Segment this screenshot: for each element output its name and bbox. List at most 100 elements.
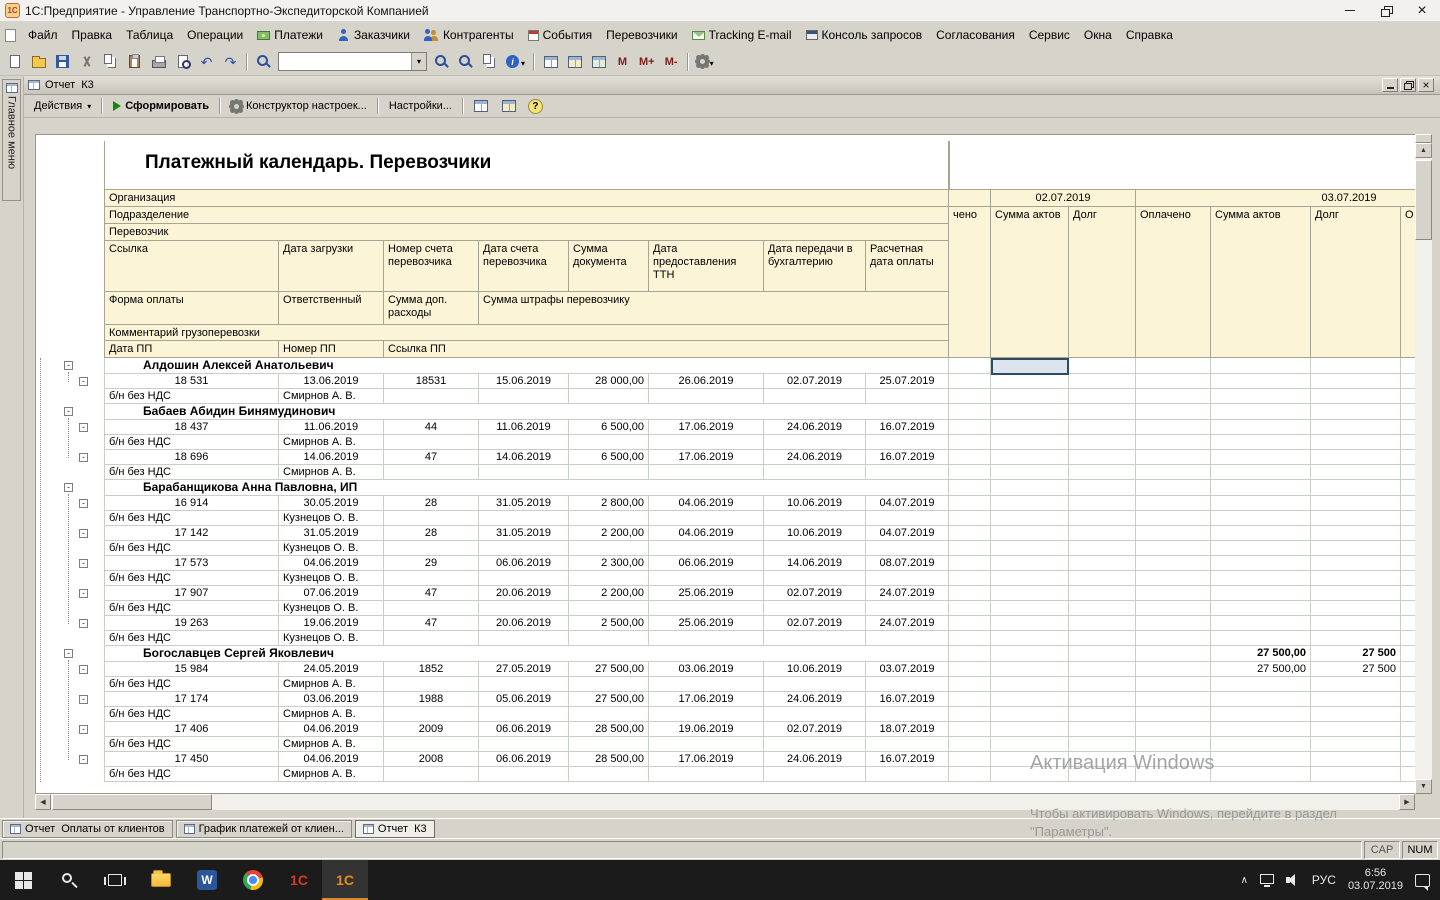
report-cell[interactable] [1211,374,1311,389]
report-cell[interactable]: 15.06.2019 [479,374,569,389]
header-cell[interactable]: Номер счета перевозчика [384,241,479,292]
report-cell[interactable]: 2 800,00 [569,496,649,511]
report-cell[interactable] [1401,404,1415,420]
menu-item-payments[interactable]: Платежи [250,24,330,46]
report-cell[interactable]: 10.06.2019 [764,662,866,677]
report-cell[interactable] [1069,480,1136,496]
report-cell[interactable] [764,541,866,556]
report-cell[interactable] [1069,358,1136,374]
report-cell[interactable] [1401,465,1415,480]
report-cell[interactable] [1069,662,1136,677]
report-cell[interactable] [1136,737,1211,752]
report-cell[interactable] [764,767,866,782]
group-row-name[interactable]: Барабанщикова Анна Павловна, ИП [104,480,949,496]
report-cell[interactable] [569,601,649,616]
report-cell[interactable]: 14.06.2019 [764,556,866,571]
header-cell[interactable]: Подразделение [104,207,949,224]
report-cell[interactable]: Смирнов А. В. [279,435,384,450]
report-cell[interactable] [1211,571,1311,586]
report-cell[interactable] [569,389,649,404]
report-cell[interactable] [866,601,949,616]
report-cell[interactable] [1311,420,1401,435]
report-cell[interactable]: 30.05.2019 [279,496,384,511]
paste-button[interactable] [123,51,146,73]
new-document-button[interactable] [3,51,26,73]
report-cell[interactable]: 19.06.2019 [649,722,764,737]
save-button[interactable] [51,51,74,73]
network-icon[interactable] [1260,874,1274,884]
report-cell[interactable] [1211,767,1311,782]
header-cell[interactable]: Долг [1311,207,1401,358]
report-cell[interactable] [1136,526,1211,541]
report-cell[interactable] [764,737,866,752]
report-cell[interactable] [479,601,569,616]
save-settings-button[interactable] [468,97,494,116]
search-combobox[interactable] [278,52,427,71]
group-row-name[interactable]: Бабаев Абидин Бинямудинович [104,404,949,420]
report-cell[interactable] [866,511,949,526]
report-cell[interactable] [1311,404,1401,420]
report-cell[interactable] [1311,541,1401,556]
report-cell[interactable] [991,496,1069,511]
header-cell[interactable]: Форма оплаты [104,292,279,325]
report-cell[interactable] [949,737,991,752]
report-cell[interactable] [991,435,1069,450]
report-cell[interactable]: 1852 [384,662,479,677]
report-cell[interactable] [1401,722,1415,737]
report-cell[interactable] [479,435,569,450]
report-cell[interactable] [384,389,479,404]
report-cell[interactable]: 24.07.2019 [866,586,949,601]
report-cell[interactable]: 04.06.2019 [279,722,384,737]
menu-item-windows[interactable]: Окна [1077,24,1119,46]
report-cell[interactable]: 20.06.2019 [479,616,569,631]
report-cell[interactable] [949,480,991,496]
report-cell[interactable] [1069,677,1136,692]
report-cell[interactable] [991,450,1069,465]
report-cell[interactable] [1311,616,1401,631]
report-cell[interactable] [1136,662,1211,677]
report-cell[interactable] [949,141,1415,190]
report-cell[interactable]: 02.07.2019 [764,586,866,601]
print-preview-button[interactable] [171,51,194,73]
report-cell[interactable] [1136,616,1211,631]
report-cell[interactable] [1211,511,1311,526]
report-cell[interactable] [1136,389,1211,404]
copy-button[interactable] [99,51,122,73]
report-cell[interactable]: 15 984 [104,662,279,677]
task-view-button[interactable] [92,860,138,900]
header-cell[interactable]: Дата загрузки [279,241,384,292]
report-cell[interactable] [1401,526,1415,541]
report-cell[interactable]: 17.06.2019 [649,692,764,707]
report-cell[interactable]: 19 263 [104,616,279,631]
report-cell[interactable]: 31.05.2019 [279,526,384,541]
report-cell[interactable] [1069,616,1136,631]
report-cell[interactable] [649,541,764,556]
collapse-row-button[interactable] [79,695,88,704]
header-cell[interactable]: Оплачено [1136,207,1211,358]
collapse-group-button[interactable] [64,361,73,370]
header-date-cell[interactable]: 03.07.2019 [1136,190,1415,207]
report-cell[interactable] [949,677,991,692]
report-cell[interactable] [1069,526,1136,541]
report-cell[interactable] [1069,601,1136,616]
report-cell[interactable]: 27 500,00 [1211,662,1311,677]
report-cell[interactable] [1069,465,1136,480]
report-cell[interactable] [949,511,991,526]
report-cell[interactable]: 16.07.2019 [866,692,949,707]
report-cell[interactable] [1401,511,1415,526]
report-cell[interactable] [384,737,479,752]
report-cell[interactable] [1211,496,1311,511]
report-cell[interactable] [479,541,569,556]
report-cell[interactable] [649,677,764,692]
child-restore-button[interactable] [1400,78,1416,92]
report-cell[interactable] [649,737,764,752]
report-cell[interactable]: б/н без НДС [104,389,279,404]
collapse-group-button[interactable] [64,649,73,658]
report-cell[interactable] [949,358,991,374]
selected-cell[interactable] [991,358,1069,375]
report-cell[interactable] [866,435,949,450]
report-cell[interactable]: 17 174 [104,692,279,707]
header-cell[interactable]: Сумма актов [991,207,1069,358]
clock[interactable]: 6:56 03.07.2019 [1348,867,1403,893]
report-cell[interactable] [479,465,569,480]
